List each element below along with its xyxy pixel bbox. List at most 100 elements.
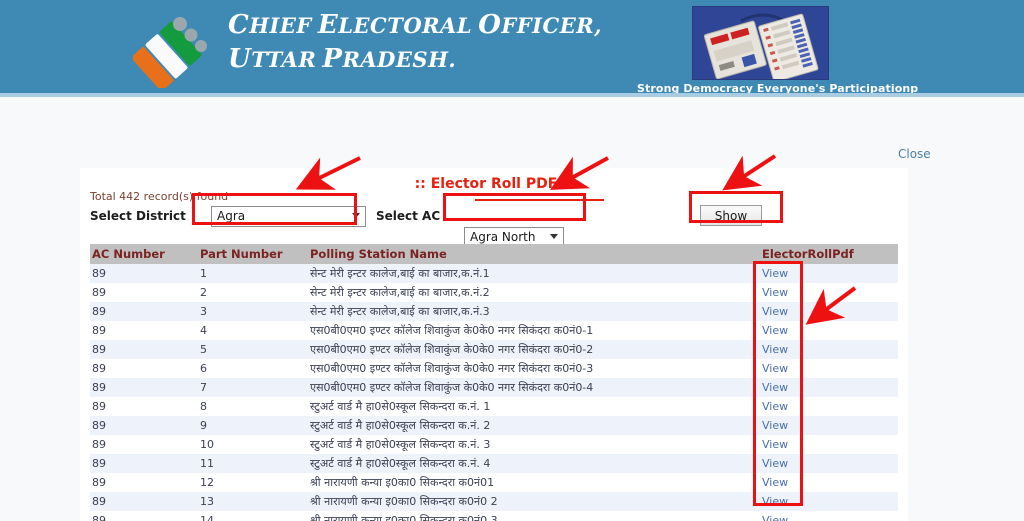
cell-polling-station-name: एस0बी0एम0 इण्टर कॉलेज शिवाकुंज के0के0 नग… (308, 321, 760, 340)
table-row: 89 1 सेन्ट मेरी इन्टर कालेज,बाई का बाजार,क… (90, 264, 898, 283)
cell-part-number: 12 (198, 473, 308, 492)
cell-elector-roll-pdf: View (760, 378, 898, 397)
cell-ac-number: 89 (90, 473, 198, 492)
cell-ac-number: 89 (90, 454, 198, 473)
polling-station-table: AC Number Part Number Polling Station Na… (90, 244, 898, 521)
cell-elector-roll-pdf: View (760, 435, 898, 454)
cell-polling-station-name: स्टुअर्ट वार्ड मै हा0से0स्कूल सिकन्दरा क… (308, 435, 760, 454)
cell-part-number: 8 (198, 397, 308, 416)
cell-ac-number: 89 (90, 359, 198, 378)
cell-polling-station-name: स्टुअर्ट वार्ड मै हा0से0स्कूल सिकन्दरा क… (308, 454, 760, 473)
cell-polling-station-name: श्री नारायणी कन्या इ0का0 सिकन्दरा क0नं0 … (308, 511, 760, 521)
table-row: 89 14 श्री नारायणी कन्या इ0का0 सिकन्दरा क0… (90, 511, 898, 521)
view-pdf-link[interactable]: View (762, 495, 788, 508)
cell-elector-roll-pdf: View (760, 302, 898, 321)
cell-polling-station-name: सेन्ट मेरी इन्टर कालेज,बाई का बाजार,क.नं… (308, 283, 760, 302)
cell-ac-number: 89 (90, 321, 198, 340)
cell-polling-station-name: एस0बी0एम0 इण्टर कॉलेज शिवाकुंज के0के0 नग… (308, 378, 760, 397)
district-select[interactable]: Agra (211, 205, 366, 227)
cell-part-number: 1 (198, 264, 308, 283)
eci-logo (133, 10, 217, 88)
table-row: 89 8 स्टुअर्ट वार्ड मै हा0से0स्कूल सिकन्दर… (90, 397, 898, 416)
cell-elector-roll-pdf: View (760, 416, 898, 435)
show-button[interactable]: Show (700, 205, 762, 226)
col-header-part-number: Part Number (198, 244, 308, 264)
table-row: 89 2 सेन्ट मेरी इन्टर कालेज,बाई का बाजार,क… (90, 283, 898, 302)
table-row: 89 5 एस0बी0एम0 इण्टर कॉलेज शिवाकुंज के0के0… (90, 340, 898, 359)
cell-elector-roll-pdf: View (760, 264, 898, 283)
org-title-line1: CHIEF ELECTORAL OFFICER, (228, 10, 602, 40)
cell-ac-number: 89 (90, 511, 198, 521)
table-row: 89 3 सेन्ट मेरी इन्टर कालेज,बाई का बाजार,क… (90, 302, 898, 321)
select-district-label: Select District (90, 209, 186, 223)
cell-polling-station-name: स्टुअर्ट वार्ड मै हा0से0स्कूल सिकन्दरा क… (308, 416, 760, 435)
cell-part-number: 6 (198, 359, 308, 378)
col-header-ac-number: AC Number (90, 244, 198, 264)
district-select-wrapper[interactable]: Agra (211, 205, 366, 227)
cell-part-number: 5 (198, 340, 308, 359)
page-root: CHIEF ELECTORAL OFFICER, UTTAR PRADESH. … (0, 0, 1024, 521)
cell-polling-station-name: स्टुअर्ट वार्ड मै हा0से0स्कूल सिकन्दरा क… (308, 397, 760, 416)
cell-polling-station-name: सेन्ट मेरी इन्टर कालेज,बाई का बाजार,क.नं… (308, 264, 760, 283)
table-row: 89 11 स्टुअर्ट वार्ड मै हा0से0स्कूल सिकन्द… (90, 454, 898, 473)
view-pdf-link[interactable]: View (762, 438, 788, 451)
polling-station-table-wrapper: AC Number Part Number Polling Station Na… (90, 244, 898, 521)
table-row: 89 7 एस0बी0एम0 इण्टर कॉलेज शिवाकुंज के0के0… (90, 378, 898, 397)
view-pdf-link[interactable]: View (762, 286, 788, 299)
cell-part-number: 3 (198, 302, 308, 321)
cell-part-number: 10 (198, 435, 308, 454)
cell-ac-number: 89 (90, 264, 198, 283)
cell-elector-roll-pdf: View (760, 492, 898, 511)
table-head: AC Number Part Number Polling Station Na… (90, 244, 898, 264)
view-pdf-link[interactable]: View (762, 476, 788, 489)
cell-elector-roll-pdf: View (760, 473, 898, 492)
cell-elector-roll-pdf: View (760, 340, 898, 359)
cell-ac-number: 89 (90, 397, 198, 416)
org-title-line2: UTTAR PRADESH. (228, 44, 457, 75)
cell-ac-number: 89 (90, 378, 198, 397)
close-link[interactable]: Close (898, 147, 931, 161)
cell-elector-roll-pdf: View (760, 321, 898, 340)
table-row: 89 6 एस0बी0एम0 इण्टर कॉलेज शिवाकुंज के0के0… (90, 359, 898, 378)
cell-part-number: 7 (198, 378, 308, 397)
evm-photo (692, 6, 829, 80)
cell-polling-station-name: एस0बी0एम0 इण्टर कॉलेज शिवाकुंज के0के0 नग… (308, 359, 760, 378)
table-body: 89 1 सेन्ट मेरी इन्टर कालेज,बाई का बाजार,क… (90, 264, 898, 521)
cell-ac-number: 89 (90, 492, 198, 511)
view-pdf-link[interactable]: View (762, 324, 788, 337)
total-records-text: Total 442 record(s) found (90, 190, 229, 203)
cell-part-number: 11 (198, 454, 308, 473)
cell-polling-station-name: एस0बी0एम0 इण्टर कॉलेज शिवाकुंज के0के0 नग… (308, 340, 760, 359)
select-ac-label: Select AC (376, 209, 441, 223)
view-pdf-link[interactable]: View (762, 457, 788, 470)
cell-part-number: 2 (198, 283, 308, 302)
cell-elector-roll-pdf: View (760, 397, 898, 416)
cell-part-number: 9 (198, 416, 308, 435)
view-pdf-link[interactable]: View (762, 343, 788, 356)
cell-polling-station-name: श्री नारायणी कन्या इ0का0 सिकन्दरा क0नं0 … (308, 492, 760, 511)
cell-elector-roll-pdf: View (760, 511, 898, 521)
view-pdf-link[interactable]: View (762, 400, 788, 413)
view-pdf-link[interactable]: View (762, 514, 788, 521)
cell-part-number: 13 (198, 492, 308, 511)
cell-part-number: 14 (198, 511, 308, 521)
table-row: 89 13 श्री नारायणी कन्या इ0का0 सिकन्दरा क0… (90, 492, 898, 511)
cell-elector-roll-pdf: View (760, 454, 898, 473)
col-header-polling-station-name: Polling Station Name (308, 244, 760, 264)
title-underline (475, 199, 604, 201)
view-pdf-link[interactable]: View (762, 419, 788, 432)
view-pdf-link[interactable]: View (762, 381, 788, 394)
filter-controls: Select District Agra Select AC Agra Nort… (80, 203, 908, 248)
col-header-elector-roll-pdf: ElectorRollPdf (760, 244, 898, 264)
view-pdf-link[interactable]: View (762, 362, 788, 375)
table-row: 89 4 एस0बी0एम0 इण्टर कॉलेज शिवाकुंज के0के0… (90, 321, 898, 340)
view-pdf-link[interactable]: View (762, 267, 788, 280)
table-row: 89 10 स्टुअर्ट वार्ड मै हा0से0स्कूल सिकन्द… (90, 435, 898, 454)
table-header-row: AC Number Part Number Polling Station Na… (90, 244, 898, 264)
cell-elector-roll-pdf: View (760, 359, 898, 378)
cell-elector-roll-pdf: View (760, 283, 898, 302)
view-pdf-link[interactable]: View (762, 305, 788, 318)
cell-ac-number: 89 (90, 340, 198, 359)
page-title: CHIEF ELECTORAL OFFICER, UTTAR PRADESH. … (228, 10, 602, 75)
cell-part-number: 4 (198, 321, 308, 340)
